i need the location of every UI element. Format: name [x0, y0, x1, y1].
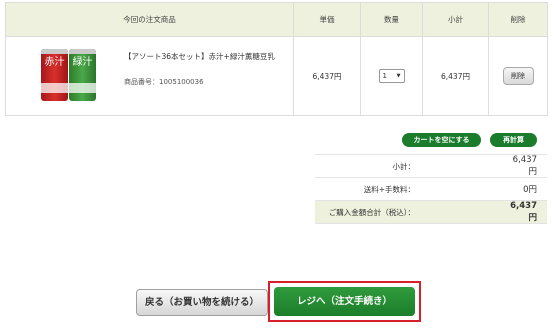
recalculate-button[interactable]: 再計算 — [490, 133, 537, 147]
empty-cart-button[interactable]: カートを空にする — [402, 133, 481, 147]
product-cell: 赤汁 緑汁 【アソート36本セット】赤汁+緑汁薫糖豆乳 商品番号：1005100… — [5, 36, 294, 116]
summary-fee-row: 送料+手数料： 0円 — [315, 177, 547, 201]
item-subtotal: 6,437円 — [422, 36, 489, 116]
header-unit-price: 単価 — [293, 2, 361, 37]
summary-total-row: ご購入金額合計（税込）： 6,437円 — [315, 200, 547, 224]
table-row: 赤汁 緑汁 【アソート36本セット】赤汁+緑汁薫糖豆乳 商品番号：1005100… — [5, 36, 548, 116]
checkout-button[interactable]: レジへ（注文手続き） — [274, 287, 415, 316]
summary-total-label: ご購入金額合計（税込）： — [315, 200, 505, 224]
chevron-down-icon: ▼ — [396, 73, 401, 79]
product-code: 商品番号：1005100036 — [124, 78, 204, 86]
header-delete: 削除 — [488, 2, 548, 37]
quantity-select[interactable]: 1 ▼ — [378, 69, 405, 83]
can-label-green: 緑汁 — [72, 57, 93, 68]
summary-fee-label: 送料+手数料： — [315, 177, 505, 201]
unit-price: 6,437円 — [293, 36, 361, 116]
summary-subtotal-value: 6,437円 — [505, 154, 547, 178]
green-juice-can-icon: 緑汁 — [69, 49, 96, 101]
summary-fee-value: 0円 — [505, 177, 547, 201]
summary-subtotal-label: 小計： — [315, 154, 505, 178]
order-summary: 小計： 6,437円 送料+手数料： 0円 ご購入金額合計（税込）： 6,437… — [315, 154, 547, 224]
back-button[interactable]: 戻る（お買い物を続ける） — [136, 289, 268, 316]
summary-subtotal-row: 小計： 6,437円 — [315, 154, 547, 178]
delete-button[interactable]: 削除 — [502, 67, 534, 85]
quantity-cell: 1 ▼ — [360, 36, 423, 116]
cart-table: 今回の注文商品 単価 数量 小計 削除 赤汁 緑汁 【アソート36本セット】赤汁… — [5, 2, 548, 116]
header-product: 今回の注文商品 — [5, 2, 294, 37]
header-quantity: 数量 — [360, 2, 423, 37]
cart-header-row: 今回の注文商品 単価 数量 小計 削除 — [5, 2, 548, 37]
can-label-red: 赤汁 — [44, 57, 65, 68]
quantity-value: 1 — [382, 72, 387, 80]
product-image[interactable]: 赤汁 緑汁 — [39, 49, 99, 101]
product-name[interactable]: 【アソート36本セット】赤汁+緑汁薫糖豆乳 — [124, 51, 275, 62]
header-subtotal: 小計 — [422, 2, 489, 37]
summary-total-value: 6,437円 — [505, 200, 547, 224]
delete-cell: 削除 — [488, 36, 548, 116]
red-juice-can-icon: 赤汁 — [41, 49, 68, 101]
